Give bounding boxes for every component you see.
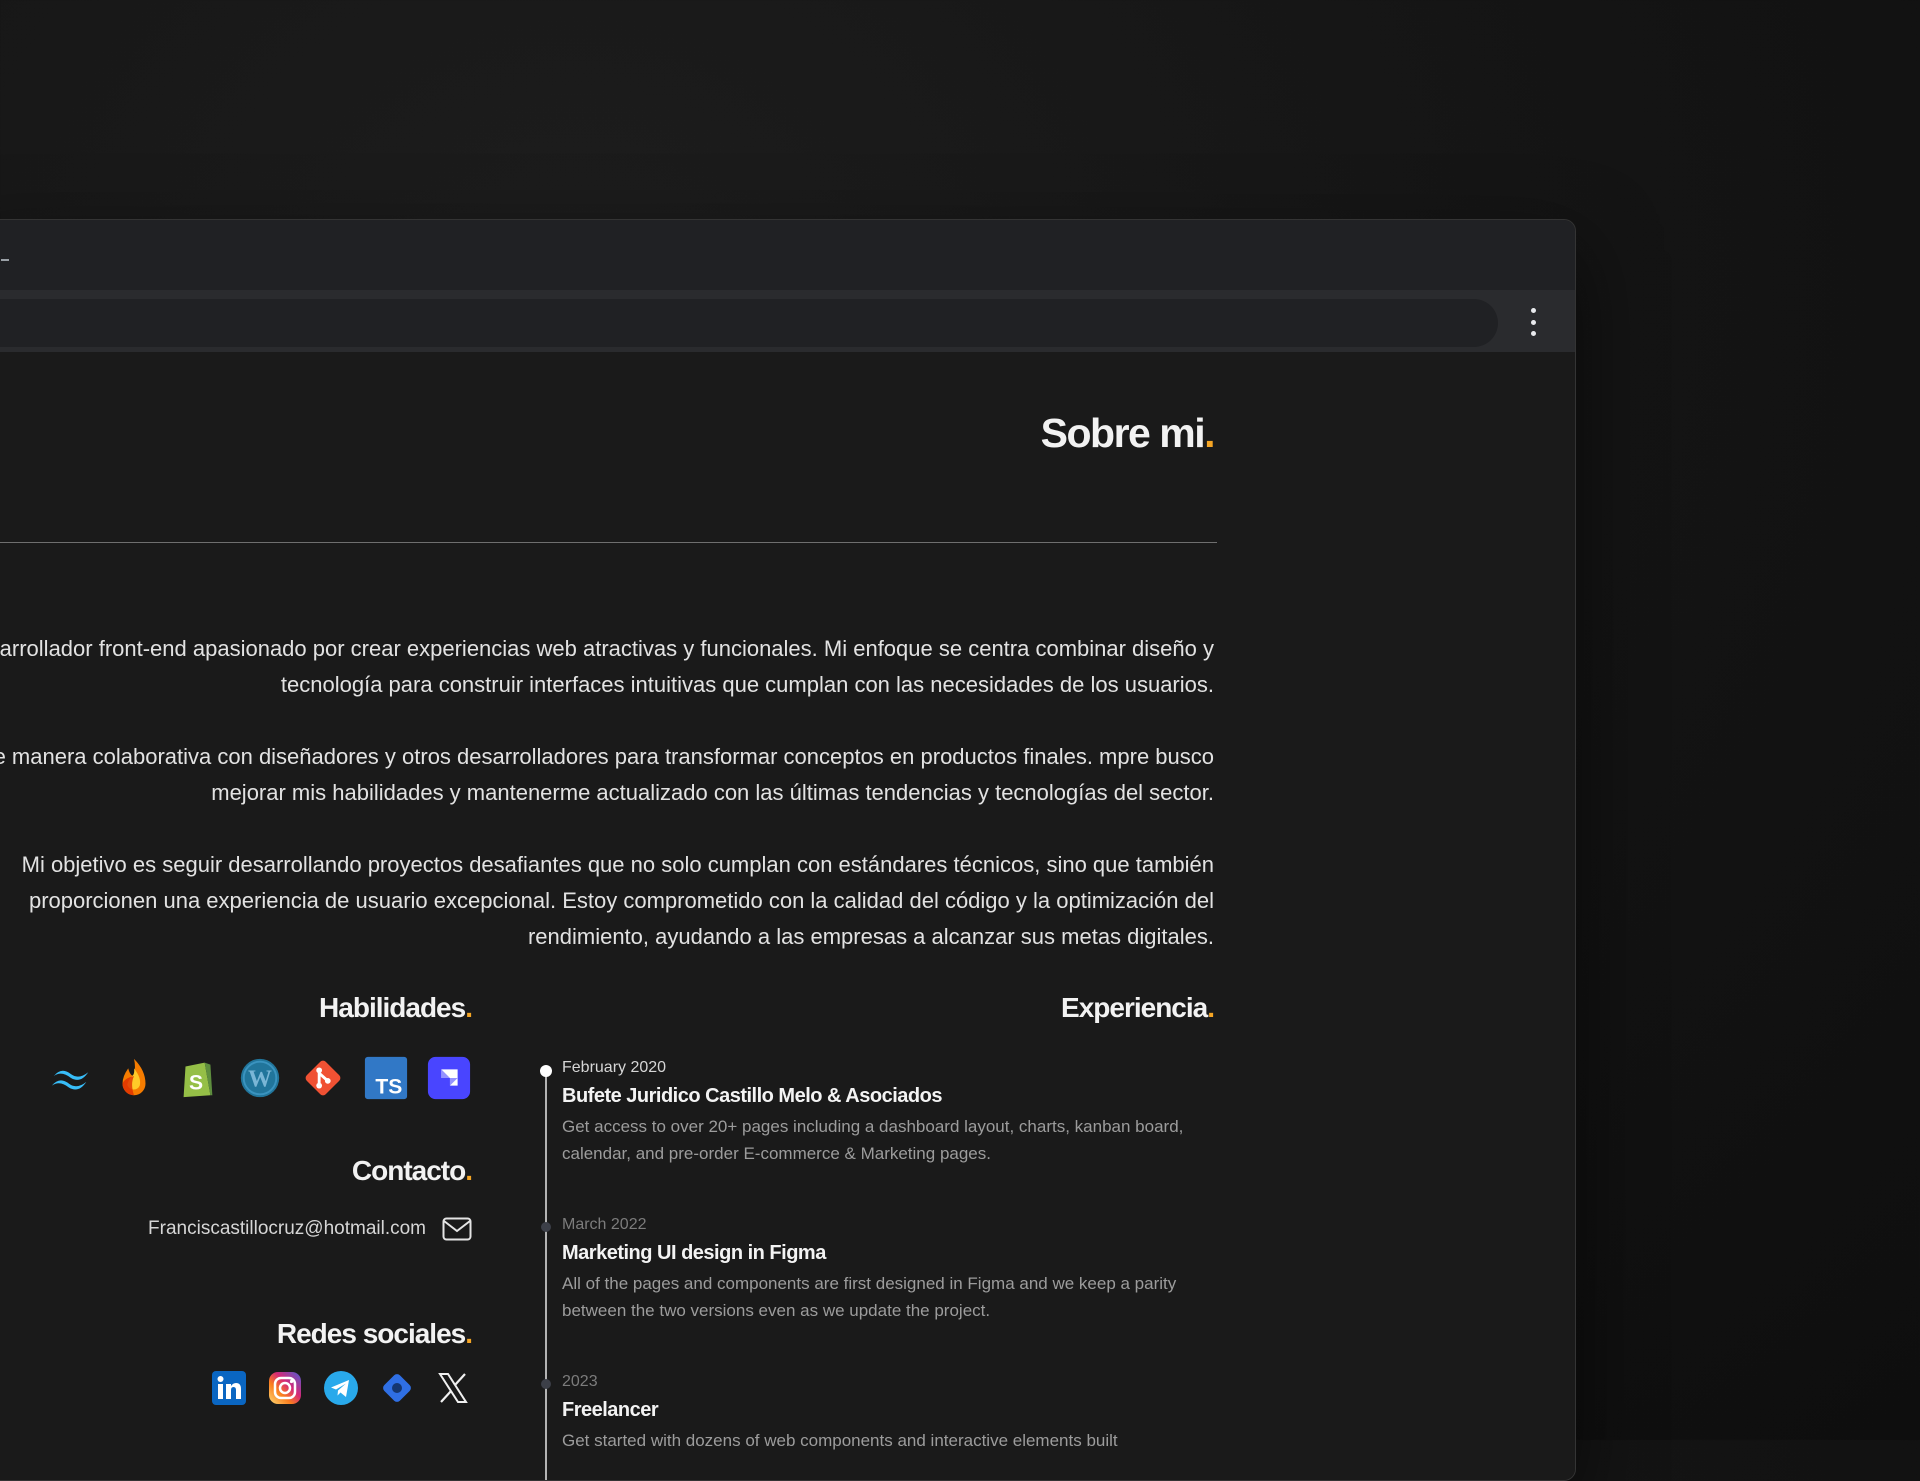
timeline-title: Freelancer (562, 1399, 659, 1421)
typescript-icon: TS (363, 1055, 409, 1101)
about-paragraph: de manera colaborativa con diseñadores y… (0, 744, 1214, 805)
section-divider (0, 542, 1217, 543)
about-paragraph: Mi objetivo es seguir desarrollando proy… (21, 852, 1214, 949)
timeline-dot (541, 1379, 551, 1389)
svg-text:TS: TS (375, 1075, 402, 1098)
mail-icon[interactable] (442, 1217, 472, 1241)
timeline-description: Get access to over 20+ pages including a… (562, 1117, 1184, 1163)
social-links (210, 1369, 472, 1407)
browser-toolbar (0, 290, 1575, 352)
about-title: Sobre mi. (1040, 410, 1216, 456)
contact-email[interactable]: Franciscastillocruz@hotmail.com (148, 1218, 426, 1240)
wordpress-icon: W (237, 1055, 283, 1101)
timeline-description: Get started with dozens of web component… (562, 1431, 1118, 1450)
social-title: Redes sociales. (276, 1318, 473, 1349)
timeline-dot (540, 1065, 552, 1077)
firebase-icon (111, 1055, 157, 1101)
timeline-title: Bufete Juridico Castillo Melo & Asociado… (562, 1085, 942, 1107)
timeline-date: February 2020 (562, 1059, 667, 1076)
page-content: Sobre mi. y un desarrollador front-end a… (0, 352, 1575, 1480)
timeline-description: All of the pages and components are firs… (562, 1274, 1177, 1320)
timeline-line (545, 1066, 547, 1480)
timeline-item: February 2020 Bufete Juridico Castillo M… (540, 1059, 1222, 1167)
x-icon[interactable] (434, 1369, 472, 1407)
skills-list: S W TS (48, 1055, 472, 1101)
shopify-icon: S (174, 1055, 220, 1101)
svg-text:W: W (248, 1067, 272, 1093)
experience-title: Experiencia. (1061, 992, 1215, 1023)
telegram-icon[interactable] (322, 1369, 360, 1407)
browser-window: Sobre mi. y un desarrollador front-end a… (0, 219, 1576, 1481)
svg-text:S: S (189, 1072, 203, 1095)
tab-edge (1, 259, 9, 261)
timeline-dot (541, 1222, 551, 1232)
about-paragraph: y un desarrollador front-end apasionado … (0, 636, 1214, 697)
timeline-title: Marketing UI design in Figma (562, 1242, 826, 1264)
title-bar (0, 220, 1575, 290)
tailwind-icon (48, 1055, 94, 1101)
timeline-date: March 2022 (562, 1216, 647, 1233)
timeline-item: March 2022 Marketing UI design in Figma … (541, 1216, 1222, 1324)
strapi-icon (426, 1055, 472, 1101)
instagram-icon[interactable] (266, 1369, 304, 1407)
address-bar[interactable] (0, 299, 1498, 347)
timeline-date: 2023 (562, 1373, 598, 1390)
linkedin-icon[interactable] (210, 1369, 248, 1407)
timeline-item: 2023 Freelancer Get started with dozens … (541, 1373, 1222, 1454)
contact-title: Contacto. (351, 1155, 473, 1186)
skills-title: Habilidades. (319, 992, 473, 1023)
kebab-menu-icon[interactable] (1528, 308, 1538, 336)
diamond-icon[interactable] (378, 1369, 416, 1407)
git-icon (300, 1055, 346, 1101)
contact-row: Franciscastillocruz@hotmail.com (148, 1217, 472, 1241)
